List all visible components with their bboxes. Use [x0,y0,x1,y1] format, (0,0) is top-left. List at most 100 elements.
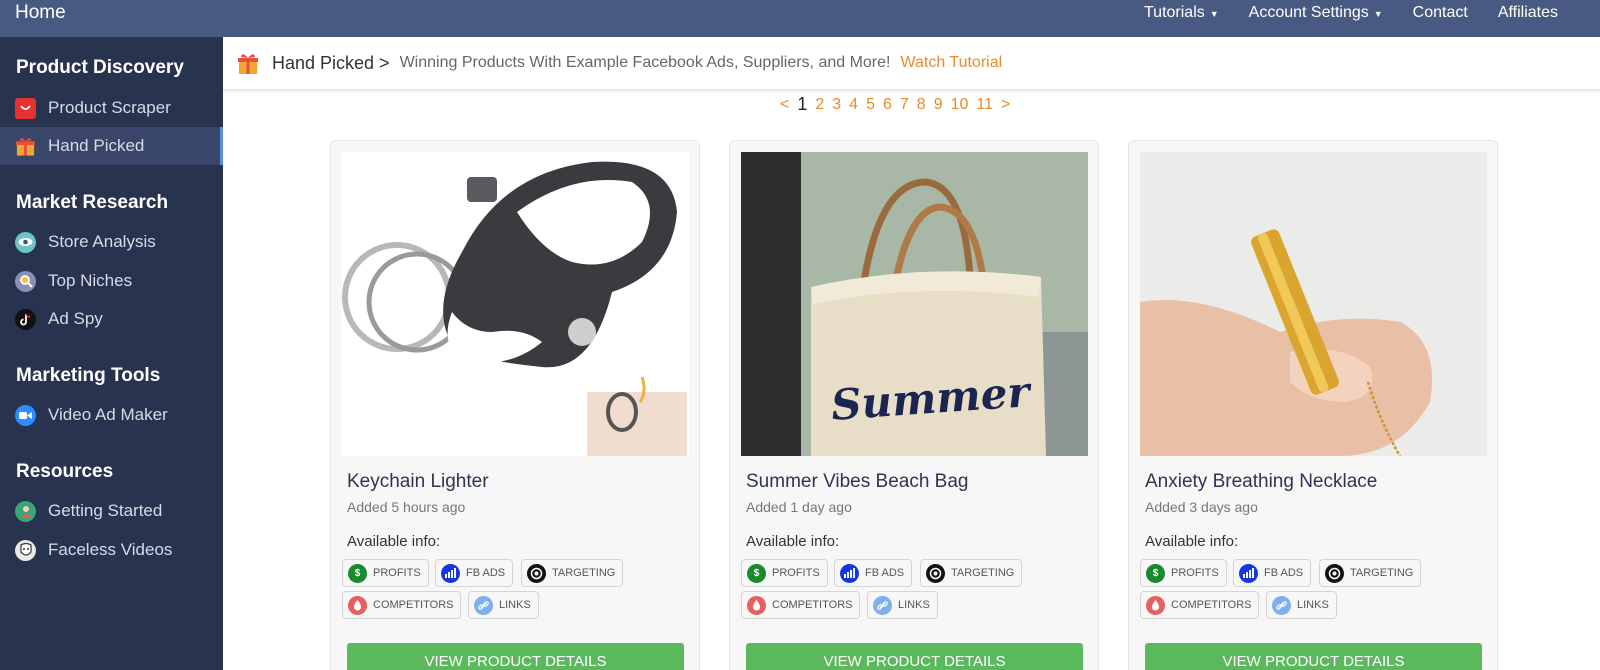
tag-label: COMPETITORS [373,599,454,611]
tag-label: FB ADS [865,567,905,579]
chevron-down-icon: ▼ [1209,9,1219,19]
tag-targeting[interactable]: TARGETING [920,559,1023,587]
tag-label: TARGETING [552,567,616,579]
tag-competitors[interactable]: COMPETITORS [741,591,861,619]
fire-icon [348,595,367,615]
mask-icon [15,539,36,561]
sidebar-item-ad-spy[interactable]: Ad Spy [0,300,223,338]
sidebar-item-label: Store Analysis [48,232,156,251]
tag-links[interactable]: LINKS [468,591,539,619]
tag-profits[interactable]: $ PROFITS [342,559,429,587]
sidebar-item-faceless-videos[interactable]: Faceless Videos [0,531,223,569]
product-added-time: Added 5 hours ago [347,499,466,515]
product-card: Keychain Lighter Added 5 hours ago Avail… [330,140,700,670]
dollar-icon: $ [747,563,766,583]
tag-links[interactable]: LINKS [867,591,938,619]
sidebar-item-top-niches[interactable]: Top Niches [0,262,223,300]
sidebar-item-label: Getting Started [48,501,163,520]
tag-label: TARGETING [1350,567,1414,579]
tag-links[interactable]: LINKS [1266,591,1337,619]
eye-icon [15,231,36,253]
product-image[interactable] [342,152,689,456]
link-icon [873,595,892,615]
tag-label: PROFITS [1171,567,1219,579]
sidebar-item-hand-picked[interactable]: Hand Picked [0,127,223,165]
section-title-marketing-tools: Marketing Tools [16,365,161,386]
fire-icon [1146,595,1165,615]
tiktok-icon [15,308,36,330]
tag-label: COMPETITORS [1171,599,1252,611]
available-info-label: Available info: [746,533,840,550]
sidebar-item-label: Ad Spy [48,309,103,328]
pagination-page[interactable]: 8 [917,96,926,115]
link-icon [474,595,493,615]
pagination-prev[interactable]: < [780,96,789,115]
tag-label: COMPETITORS [772,599,853,611]
tag-profits[interactable]: $ PROFITS [741,559,828,587]
nav-affiliates[interactable]: Affiliates [1498,4,1558,22]
home-link[interactable]: Home [15,2,66,24]
tag-fb-ads[interactable]: FB ADS [834,559,913,587]
top-nav-menu: Tutorials ▼ Account Settings ▼ Contact A… [1144,4,1558,22]
magnifier-icon [15,270,36,292]
product-title[interactable]: Summer Vibes Beach Bag [746,471,969,493]
sidebar: Product Discovery Product Scraper Hand P… [0,37,223,670]
nav-tutorials-label: Tutorials [1143,4,1205,21]
pagination-page[interactable]: 7 [900,96,909,115]
pagination-page[interactable]: 10 [951,96,969,115]
view-product-details-button[interactable]: VIEW PRODUCT DETAILS [347,643,684,670]
pagination-page[interactable]: 9 [934,96,943,115]
available-info-label: Available info: [1145,533,1239,550]
pagination-page[interactable]: 3 [832,96,841,115]
view-product-details-button[interactable]: VIEW PRODUCT DETAILS [1145,643,1482,670]
sidebar-item-label: Video Ad Maker [48,405,168,424]
view-product-details-button[interactable]: VIEW PRODUCT DETAILS [746,643,1083,670]
sidebar-item-product-scraper[interactable]: Product Scraper [0,89,223,127]
tag-profits[interactable]: $ PROFITS [1140,559,1227,587]
nav-affiliates-label: Affiliates [1497,4,1558,21]
target-icon [1325,563,1344,583]
product-title[interactable]: Anxiety Breathing Necklace [1145,471,1377,493]
page-header: Hand Picked > Winning Products With Exam… [223,37,1600,90]
bar-chart-icon [1239,563,1258,583]
top-navbar: Home Tutorials ▼ Account Settings ▼ Cont… [0,0,1600,37]
nav-contact[interactable]: Contact [1413,4,1468,22]
gift-icon [15,136,36,157]
pagination-next[interactable]: > [1001,96,1010,115]
nav-account-settings[interactable]: Account Settings ▼ [1249,4,1383,22]
sidebar-item-store-analysis[interactable]: Store Analysis [0,223,223,261]
watch-tutorial-link[interactable]: Watch Tutorial [900,54,1002,72]
breadcrumb: Hand Picked > [272,52,390,73]
product-title[interactable]: Keychain Lighter [347,471,489,493]
tag-competitors[interactable]: COMPETITORS [342,591,462,619]
pagination-page[interactable]: 4 [849,96,858,115]
sidebar-item-video-ad-maker[interactable]: Video Ad Maker [0,396,223,434]
tag-fb-ads[interactable]: FB ADS [435,559,514,587]
available-info-label: Available info: [347,533,441,550]
section-title-market-research: Market Research [16,192,169,213]
tag-fb-ads[interactable]: FB ADS [1233,559,1312,587]
pagination-page[interactable]: 6 [883,96,892,115]
pagination-page[interactable]: 1 [797,94,807,115]
sidebar-item-getting-started[interactable]: Getting Started [0,492,223,530]
tag-targeting[interactable]: TARGETING [521,559,624,587]
avatar-icon [15,500,36,522]
chevron-down-icon: ▼ [1373,9,1383,19]
tag-targeting[interactable]: TARGETING [1319,559,1422,587]
pagination: < 1 2 3 4 5 6 7 8 9 10 11 > [780,94,1010,115]
bar-chart-icon [441,563,460,583]
product-image[interactable]: Summer [741,152,1088,456]
target-icon [926,563,945,583]
tag-competitors[interactable]: COMPETITORS [1140,591,1260,619]
nav-tutorials[interactable]: Tutorials ▼ [1144,4,1219,22]
nav-contact-label: Contact [1412,4,1468,21]
tag-label: FB ADS [466,567,506,579]
target-icon [527,563,546,583]
sidebar-item-label: Faceless Videos [48,540,173,559]
video-camera-icon [15,404,36,426]
pagination-page[interactable]: 2 [815,96,824,115]
product-image[interactable] [1140,152,1487,456]
pagination-page[interactable]: 5 [866,96,875,115]
pagination-page[interactable]: 11 [976,96,993,115]
link-icon [1272,595,1291,615]
